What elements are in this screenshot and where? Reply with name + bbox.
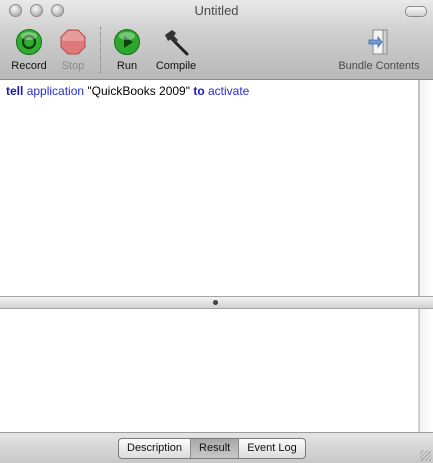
window-title: Untitled — [194, 3, 239, 18]
bottom-bar: Description Result Event Log — [0, 432, 433, 463]
compile-button[interactable]: Compile — [151, 28, 201, 72]
code-token: to — [193, 84, 205, 98]
splitter-handle-icon[interactable] — [213, 300, 218, 305]
result-pane[interactable] — [0, 309, 418, 432]
tab-result[interactable]: Result — [191, 439, 240, 458]
code-token: application — [26, 84, 85, 98]
run-label: Run — [116, 60, 138, 72]
bundle-contents-button[interactable]: Bundle Contents — [332, 28, 426, 72]
result-scrollbar[interactable] — [419, 309, 433, 432]
bundle-drawer-icon — [365, 28, 393, 56]
editor-scrollbar[interactable] — [419, 80, 433, 296]
pane-splitter[interactable] — [0, 296, 433, 309]
tab-description[interactable]: Description — [119, 439, 192, 458]
script-editor-window: Untitled Record Stop Run Compile Bundle … — [0, 0, 433, 463]
toolbar-toggle-button[interactable] — [405, 6, 427, 17]
hammer-icon — [162, 28, 190, 56]
code-token: tell — [6, 84, 24, 98]
bundle-contents-label: Bundle Contents — [338, 60, 420, 72]
toolbar-separator — [100, 27, 101, 73]
record-label: Record — [11, 60, 47, 72]
stop-button[interactable]: Stop — [55, 28, 91, 72]
code-token: activate — [208, 84, 250, 98]
code-line: tell application "QuickBooks 2009" to ac… — [6, 84, 249, 98]
run-button[interactable]: Run — [111, 28, 143, 72]
record-button[interactable]: Record — [9, 28, 49, 72]
titlebar-toolbar: Untitled Record Stop Run Compile Bundle … — [0, 0, 433, 80]
script-editor[interactable]: tell application "QuickBooks 2009" to ac… — [0, 80, 419, 296]
record-circle-icon — [15, 28, 43, 56]
stop-label: Stop — [61, 60, 85, 72]
compile-label: Compile — [155, 60, 197, 72]
play-icon — [113, 28, 141, 56]
tab-event-log[interactable]: Event Log — [239, 439, 305, 458]
stop-octagon-icon — [59, 28, 87, 56]
code-token: "QuickBooks 2009" — [87, 84, 190, 98]
view-tabs: Description Result Event Log — [118, 438, 306, 459]
resize-grip-icon[interactable] — [420, 450, 431, 461]
